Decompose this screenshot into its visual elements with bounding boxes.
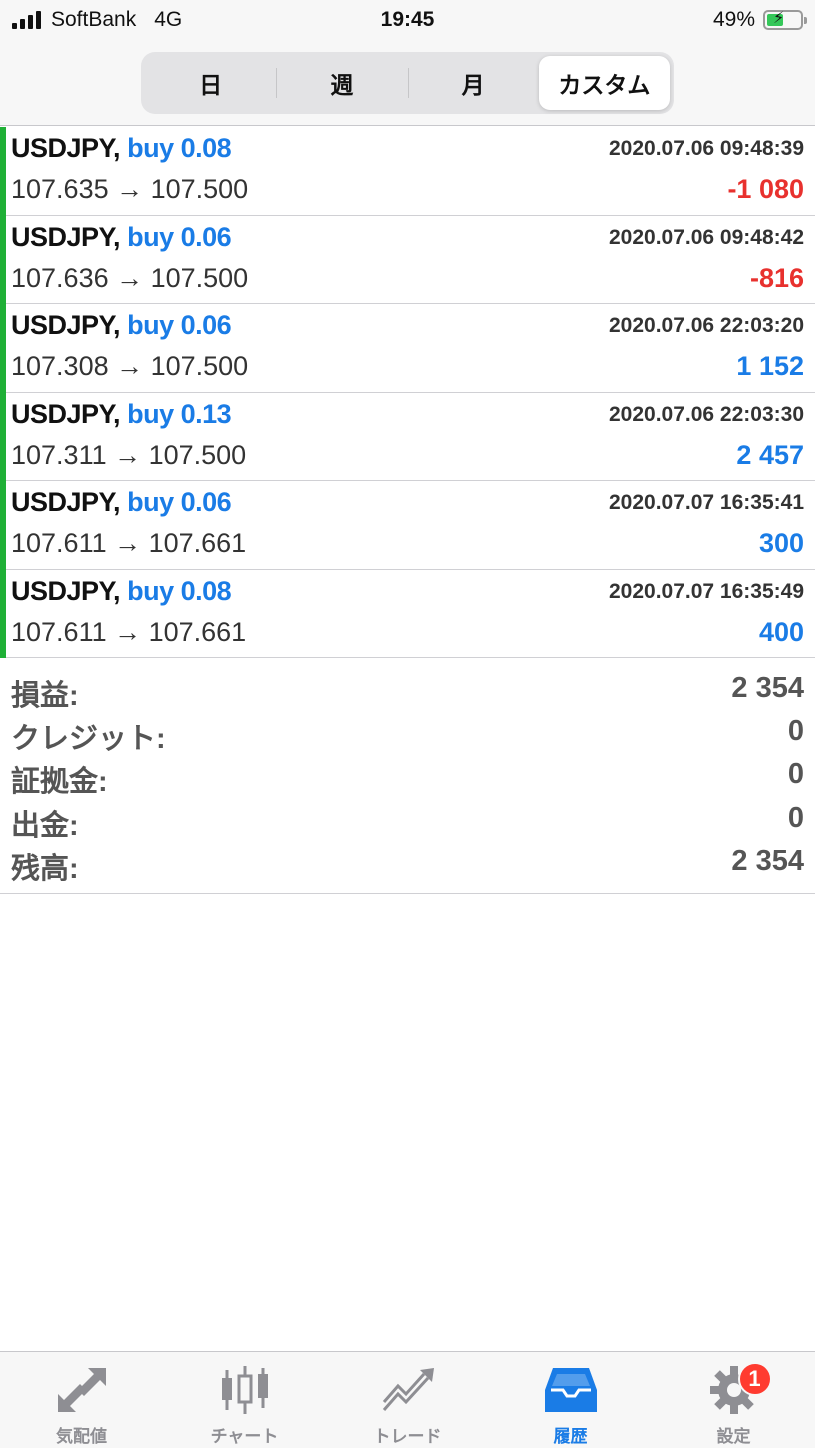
period-header: 日 週 月 カスタム (0, 44, 815, 126)
status-right: 49% ⚡ (712, 8, 807, 32)
trade-type-volume: buy 0.06 (127, 221, 232, 252)
account-summary: 損益: 2 354 クレジット: 0 証拠金: 0 出金: 0 残高: 2 354 (0, 668, 815, 894)
trade-time: 2020.07.06 22:03:20 (609, 314, 804, 337)
trade-prices: 107.635 → 107.500 (11, 174, 249, 204)
candlestick-chart-icon (217, 1364, 273, 1416)
trade-profit: 400 (758, 616, 804, 647)
trade-type-volume: buy 0.06 (127, 310, 232, 340)
trade-type-volume: buy 0.06 (127, 487, 232, 517)
summary-label: 出金: (11, 809, 79, 842)
trade-symbol: USDJPY, buy 0.08 (11, 133, 232, 164)
tab-label: チャート (210, 1427, 279, 1446)
tab-history[interactable]: 履歴 (489, 1352, 652, 1448)
trade-row[interactable]: USDJPY, buy 0.13 2020.07.06 22:03:30 107.3… (0, 392, 815, 481)
symbol-name: USDJPY, (11, 221, 121, 252)
trade-type-volume: buy 0.13 (127, 398, 232, 429)
summary-label: 残高: (11, 852, 79, 885)
summary-value: 0 (787, 758, 804, 791)
symbol-name: USDJPY, (11, 133, 121, 163)
trade-row[interactable]: USDJPY, buy 0.08 2020.07.06 09:48:39 107.6… (0, 127, 815, 216)
trade-time: 2020.07.06 22:03:30 (609, 402, 804, 426)
buy-indicator-bar (0, 569, 6, 658)
trade-profit: 2 457 (736, 439, 804, 470)
trade-profit: 300 (758, 528, 804, 558)
trade-type-volume: buy 0.08 (127, 133, 232, 163)
history-inbox-icon (543, 1364, 599, 1416)
summary-value: 2 354 (731, 844, 804, 877)
summary-label: 証拠金: (11, 766, 108, 799)
summary-row: 証拠金: 0 (0, 756, 815, 799)
symbol-name: USDJPY, (11, 398, 121, 429)
quotes-arrows-icon (54, 1364, 110, 1416)
trade-prices: 107.311 → 107.500 (11, 439, 247, 470)
summary-label: クレジット: (11, 723, 166, 756)
battery-icon: ⚡ (763, 10, 807, 30)
trade-prices: 107.611 → 107.661 (11, 528, 247, 558)
tab-bar: 気配値 チャート トレード 履歴 1 設定 (0, 1351, 815, 1448)
trade-time: 2020.07.07 16:35:41 (609, 491, 804, 514)
tab-label: トレード (373, 1427, 442, 1446)
period-tab-month[interactable]: 月 (407, 56, 539, 110)
summary-label: 損益: (11, 680, 79, 712)
summary-row: 残高: 2 354 (0, 843, 815, 886)
tab-quotes[interactable]: 気配値 (0, 1352, 163, 1448)
buy-indicator-bar (0, 392, 6, 481)
gear-icon: 1 (706, 1362, 772, 1416)
trade-history-list: USDJPY, buy 0.08 2020.07.06 09:48:39 107.6… (0, 127, 815, 658)
trade-symbol: USDJPY, buy 0.06 (11, 221, 232, 253)
period-tab-week[interactable]: 週 (276, 56, 407, 110)
clock: 19:45 (380, 8, 435, 31)
trade-row[interactable]: USDJPY, buy 0.06 2020.07.06 22:03:20 107.3… (0, 304, 815, 393)
summary-value: 0 (787, 801, 804, 834)
trade-profit: -1 080 (727, 174, 804, 204)
tab-label: 履歴 (553, 1427, 588, 1446)
tab-settings[interactable]: 1 設定 (652, 1352, 815, 1448)
summary-value: 2 354 (731, 672, 804, 704)
trade-profit: -816 (749, 262, 804, 293)
buy-indicator-bar (0, 481, 6, 570)
trade-row[interactable]: USDJPY, buy 0.06 2020.07.06 09:48:42 107.6… (0, 215, 815, 304)
trade-profit: 1 152 (736, 351, 804, 381)
trade-time: 2020.07.06 09:48:39 (609, 137, 804, 160)
symbol-name: USDJPY, (11, 310, 121, 340)
buy-indicator-bar (0, 304, 6, 393)
trade-type-volume: buy 0.08 (127, 575, 232, 606)
trade-symbol: USDJPY, buy 0.06 (11, 487, 232, 518)
trade-prices: 107.636 → 107.500 (11, 262, 249, 293)
trade-row[interactable]: USDJPY, buy 0.06 2020.07.07 16:35:41 107.6… (0, 481, 815, 570)
trade-trend-icon (380, 1364, 436, 1416)
buy-indicator-bar (0, 127, 6, 216)
summary-row: クレジット: 0 (0, 713, 815, 756)
period-segmented-control: 日 週 月 カスタム (141, 52, 674, 114)
trade-time: 2020.07.06 09:48:42 (609, 225, 804, 249)
status-bar: SoftBank 4G 19:45 49% ⚡ (0, 0, 815, 44)
trade-symbol: USDJPY, buy 0.06 (11, 310, 232, 341)
trade-time: 2020.07.07 16:35:49 (609, 579, 804, 603)
symbol-name: USDJPY, (11, 575, 121, 606)
tab-label: 設定 (716, 1427, 751, 1446)
tab-label: 気配値 (56, 1427, 107, 1446)
symbol-name: USDJPY, (11, 487, 121, 517)
trade-prices: 107.308 → 107.500 (11, 351, 249, 381)
notification-badge: 1 (737, 1362, 772, 1396)
summary-row: 損益: 2 354 (0, 670, 815, 713)
trade-symbol: USDJPY, buy 0.08 (11, 575, 232, 607)
trade-row[interactable]: USDJPY, buy 0.08 2020.07.07 16:35:49 107.6… (0, 569, 815, 658)
period-tab-day[interactable]: 日 (145, 56, 276, 110)
summary-row: 出金: 0 (0, 800, 815, 843)
period-tab-custom[interactable]: カスタム (538, 56, 670, 110)
tab-chart[interactable]: チャート (163, 1352, 326, 1448)
tab-trade[interactable]: トレード (326, 1352, 489, 1448)
charging-bolt-icon: ⚡ (773, 10, 785, 27)
battery-percent: 49% (712, 8, 755, 31)
trade-symbol: USDJPY, buy 0.13 (11, 398, 232, 430)
buy-indicator-bar (0, 215, 6, 304)
trade-prices: 107.611 → 107.661 (11, 616, 247, 647)
summary-value: 0 (787, 715, 804, 748)
